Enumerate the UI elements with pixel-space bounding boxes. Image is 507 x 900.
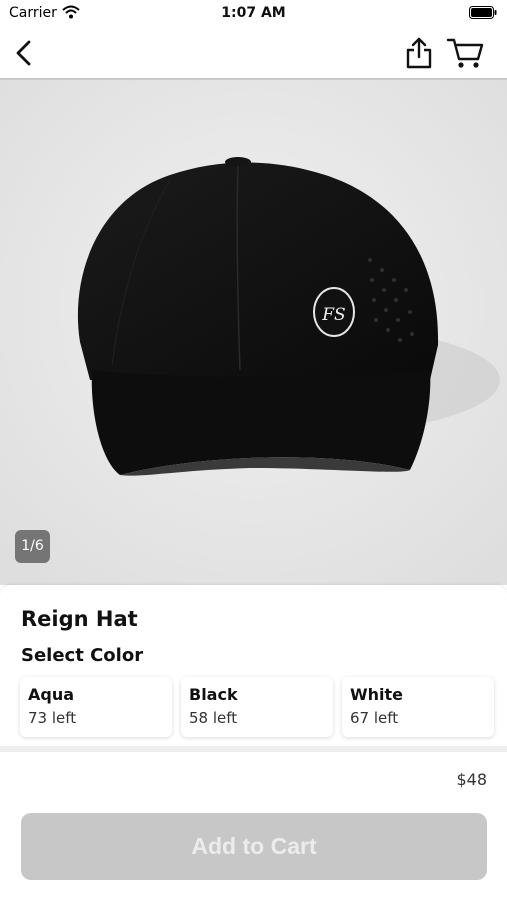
color-name: Black — [189, 685, 238, 704]
color-option-black[interactable]: Black 58 left — [181, 677, 333, 737]
product-title: Reign Hat — [21, 607, 138, 631]
cart-icon[interactable] — [446, 36, 484, 70]
add-to-cart-button[interactable]: Add to Cart — [21, 813, 487, 880]
color-option-white[interactable]: White 67 left — [342, 677, 494, 737]
section-divider — [0, 746, 507, 752]
price-label: $48 — [456, 770, 487, 789]
logo-fs: FS — [321, 305, 345, 325]
color-stock: 67 left — [350, 709, 399, 727]
color-option-aqua[interactable]: Aqua 73 left — [20, 677, 172, 737]
navigation-bar — [0, 28, 507, 80]
color-name: White — [350, 685, 404, 704]
color-stock: 73 left — [28, 709, 77, 727]
color-options: Aqua 73 left Black 58 left White 67 left — [20, 677, 495, 737]
color-stock: 58 left — [189, 709, 238, 727]
product-image-hat: FS — [0, 80, 507, 585]
select-color-label: Select Color — [21, 645, 144, 666]
share-icon[interactable] — [403, 36, 435, 70]
chevron-left-icon[interactable] — [10, 38, 40, 68]
page-indicator: 1/6 — [15, 530, 50, 563]
product-info-card: Reign Hat Select Color Aqua 73 left Blac… — [0, 585, 507, 750]
color-name: Aqua — [28, 685, 75, 704]
status-bar: Carrier 1:07 AM — [0, 0, 507, 28]
status-time: 1:07 AM — [221, 5, 286, 21]
battery-icon — [469, 6, 497, 19]
product-image-gallery[interactable]: FS 1/6 — [0, 80, 507, 585]
